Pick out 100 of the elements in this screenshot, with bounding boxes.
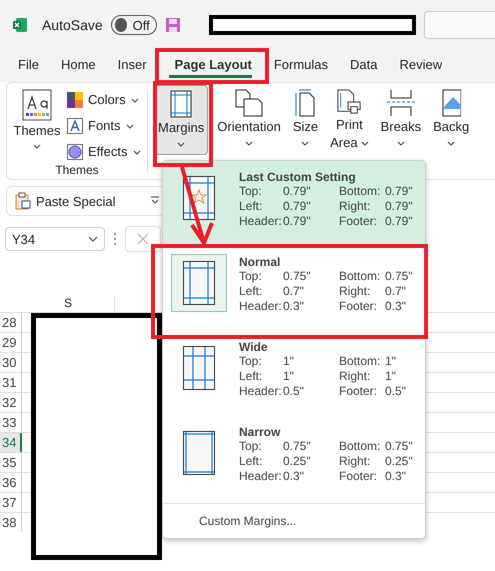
margin-label: Right:	[339, 199, 372, 214]
row-header[interactable]: 29	[0, 333, 22, 352]
ribbon-tab[interactable]: Page Layout	[168, 50, 252, 78]
chevron-down-icon	[360, 141, 369, 146]
chevron-down-icon	[88, 236, 98, 242]
ribbon-tab[interactable]: Review	[400, 50, 442, 78]
printer-icon	[335, 89, 364, 115]
autosave-toggle[interactable]: Off	[110, 15, 157, 35]
row-header[interactable]: 34	[0, 433, 22, 452]
chevron-down-icon	[447, 141, 456, 146]
button-label: Orientation	[217, 119, 281, 134]
margin-option[interactable]: Normal Top: 0.75" Bottom: 0.75" Left: 0.7" Right: 0.7" Header:0.3" Footer: 0.3"	[163, 246, 425, 331]
margin-label: Right:	[339, 454, 372, 469]
font-icon	[67, 118, 83, 134]
row-header[interactable]: 32	[0, 393, 22, 412]
ribbon-button[interactable]: Backg	[430, 85, 472, 155]
autosave-label: AutoSave	[42, 17, 103, 33]
margin-value: 0.75"	[385, 269, 414, 284]
button-label: Print	[336, 117, 363, 132]
margin-value: 0.79"	[283, 199, 312, 214]
chevron-down-icon	[301, 141, 310, 146]
button-label: Backg	[433, 119, 470, 134]
margin-value: 0.79"	[283, 214, 312, 229]
margin-value: 1"	[385, 369, 397, 384]
margin-value: 1"	[385, 354, 397, 369]
margin-label: Right:	[339, 284, 372, 299]
row-header[interactable]: 33	[0, 413, 22, 432]
ribbon-tab[interactable]: File	[18, 50, 39, 78]
margin-label: Bottom:	[339, 184, 382, 199]
margin-value: 0.79"	[385, 184, 414, 199]
custom-margins-item[interactable]: Custom Margins...	[163, 504, 425, 532]
margin-label: Footer:	[339, 384, 378, 399]
margin-option[interactable]: Wide Top: 1" Bottom: 1" Left: 1" Right: 1" Header:0.5" Footer: 0.5"	[163, 331, 425, 416]
themes-button[interactable]: Themes	[11, 87, 63, 163]
margin-label: Header:	[239, 214, 283, 229]
margin-value: 1"	[283, 354, 295, 369]
ribbon-tab[interactable]: Data	[350, 50, 378, 78]
option-title: Normal	[239, 255, 282, 269]
ribbon-tab[interactable]: Formulas	[274, 50, 328, 78]
name-box[interactable]: Y34	[5, 227, 105, 251]
effects-label: Effects	[88, 144, 128, 160]
page-break-icon	[386, 89, 416, 117]
margin-label: Left:	[239, 454, 264, 469]
margin-value: 0.25"	[283, 454, 312, 469]
group-label: Themes	[54, 163, 100, 179]
row-header[interactable]: 38	[0, 513, 22, 532]
chevron-down-icon	[132, 150, 141, 154]
row-header[interactable]: 35	[0, 453, 22, 472]
save-icon[interactable]	[164, 17, 181, 33]
ribbon-button[interactable]: Orientation	[214, 85, 284, 155]
paste-special-button[interactable]: Paste Special	[15, 192, 116, 210]
ribbon-button[interactable]: Size	[290, 85, 322, 155]
row-header[interactable]: 30	[0, 353, 22, 372]
margin-value: 1"	[283, 369, 295, 384]
margin-label: Right:	[339, 369, 372, 384]
image-icon	[441, 89, 462, 117]
chevron-down-icon	[33, 144, 41, 149]
option-title: Wide	[239, 340, 269, 354]
cancel-button[interactable]	[125, 226, 161, 252]
chevron-down-icon	[177, 142, 186, 147]
effects-icon	[67, 144, 83, 160]
chevron-down-icon	[245, 141, 254, 146]
customize-icon[interactable]	[150, 196, 160, 206]
fonts-button[interactable]: Fonts	[67, 115, 141, 137]
margin-option[interactable]: Last Custom Setting Top: 0.79" Bottom: 0.79" Left: 0.79" Right: 0.79" Header:0.79" Footer: 0.79"	[163, 161, 425, 246]
row-header[interactable]: 31	[0, 373, 22, 392]
clipboard-icon	[15, 192, 31, 210]
ribbon-button[interactable]: Margins	[154, 85, 208, 155]
chevron-down-icon	[126, 124, 134, 128]
margin-option[interactable]: Narrow Top: 0.75" Bottom: 0.75" Left: 0.25" Right: 0.25" Header:0.3" Footer: 0.3"	[163, 416, 425, 501]
colors-button[interactable]: Colors	[67, 89, 141, 111]
ribbon-tab[interactable]: Home	[60, 50, 96, 78]
search-field[interactable]	[424, 11, 495, 39]
margin-value: 0.79"	[283, 184, 312, 199]
ribbon-button[interactable]: Breaks	[378, 85, 424, 155]
option-title: Narrow	[239, 425, 282, 439]
margins-icon	[168, 90, 194, 118]
margin-value: 0.75"	[385, 439, 414, 454]
row-header[interactable]: 37	[0, 493, 22, 512]
effects-button[interactable]: Effects	[67, 141, 141, 163]
margin-value: 0.75"	[283, 269, 312, 284]
button-label: Size	[292, 119, 318, 134]
column-header[interactable]: S	[22, 296, 115, 312]
margin-label: Header:	[239, 299, 283, 314]
margin-label: Left:	[239, 199, 264, 214]
themes-icon	[22, 89, 52, 121]
ribbon-button[interactable]: Print Area	[327, 85, 372, 155]
margin-value: 0.79"	[385, 214, 414, 229]
page-size-icon	[293, 89, 318, 117]
chevron-down-icon	[396, 141, 405, 146]
margin-value: 0.7"	[283, 284, 305, 299]
ribbon-tab[interactable]: Inser	[118, 50, 147, 78]
margin-label: Bottom:	[339, 439, 382, 454]
margin-label: Top:	[239, 354, 263, 369]
row-header[interactable]: 36	[0, 473, 22, 492]
color-palette-icon	[67, 92, 83, 108]
row-header[interactable]: 28	[0, 313, 22, 332]
pages-icon	[234, 89, 264, 117]
button-label: Margins	[158, 120, 204, 135]
margin-label: Header:	[239, 384, 283, 399]
